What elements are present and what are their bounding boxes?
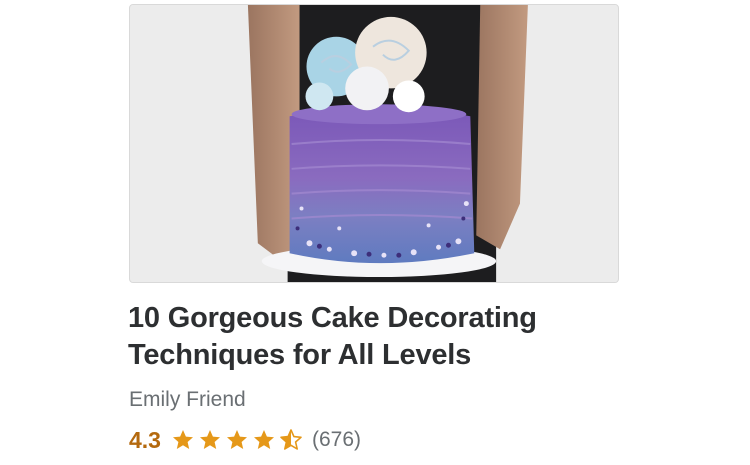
cake-photo-icon [130,5,618,282]
star-half-icon [280,429,302,450]
star-full-icon [172,430,193,449]
star-rating [171,428,303,452]
star-full-icon [253,430,274,449]
star-full-icon [199,430,220,449]
instructor-name: Emily Friend [129,388,246,411]
course-title[interactable]: 10 Gorgeous Cake Decorating Techniques f… [128,300,688,374]
course-thumbnail[interactable] [129,4,619,283]
review-count: (676) [311,428,362,451]
rating-row: 4.3 (676) [129,424,361,456]
star-full-icon [226,430,247,449]
rating-value: 4.3 [129,426,161,453]
course-card[interactable]: 10 Gorgeous Cake Decorating Techniques f… [0,0,750,465]
